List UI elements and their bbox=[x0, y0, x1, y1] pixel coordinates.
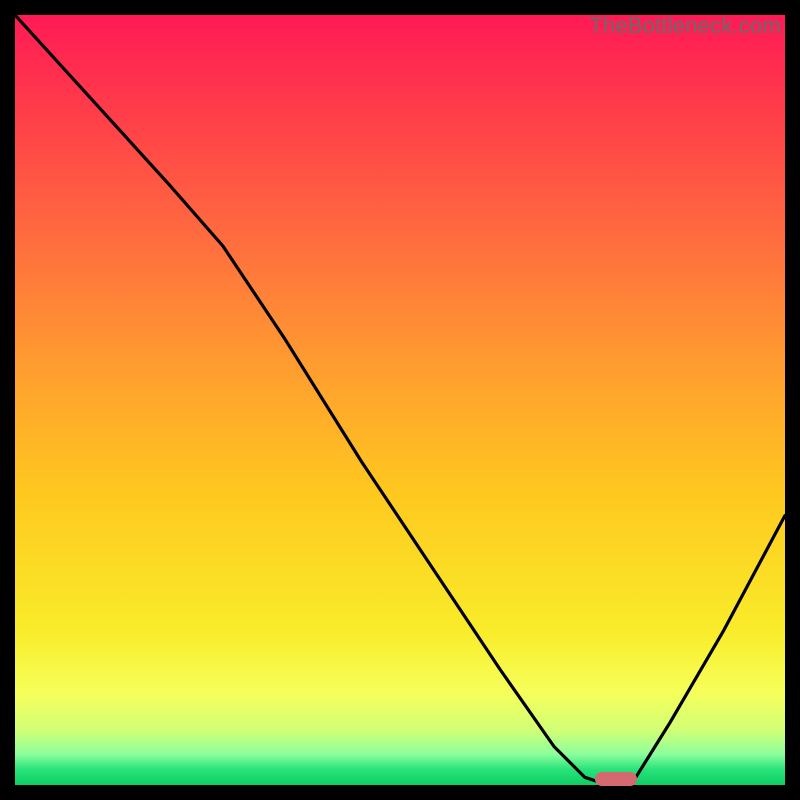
chart-background-gradient bbox=[15, 15, 785, 785]
watermark-label: TheBottleneck.com bbox=[589, 13, 781, 39]
chart-frame: TheBottleneck.com bbox=[15, 15, 785, 785]
bottleneck-marker bbox=[595, 772, 637, 786]
